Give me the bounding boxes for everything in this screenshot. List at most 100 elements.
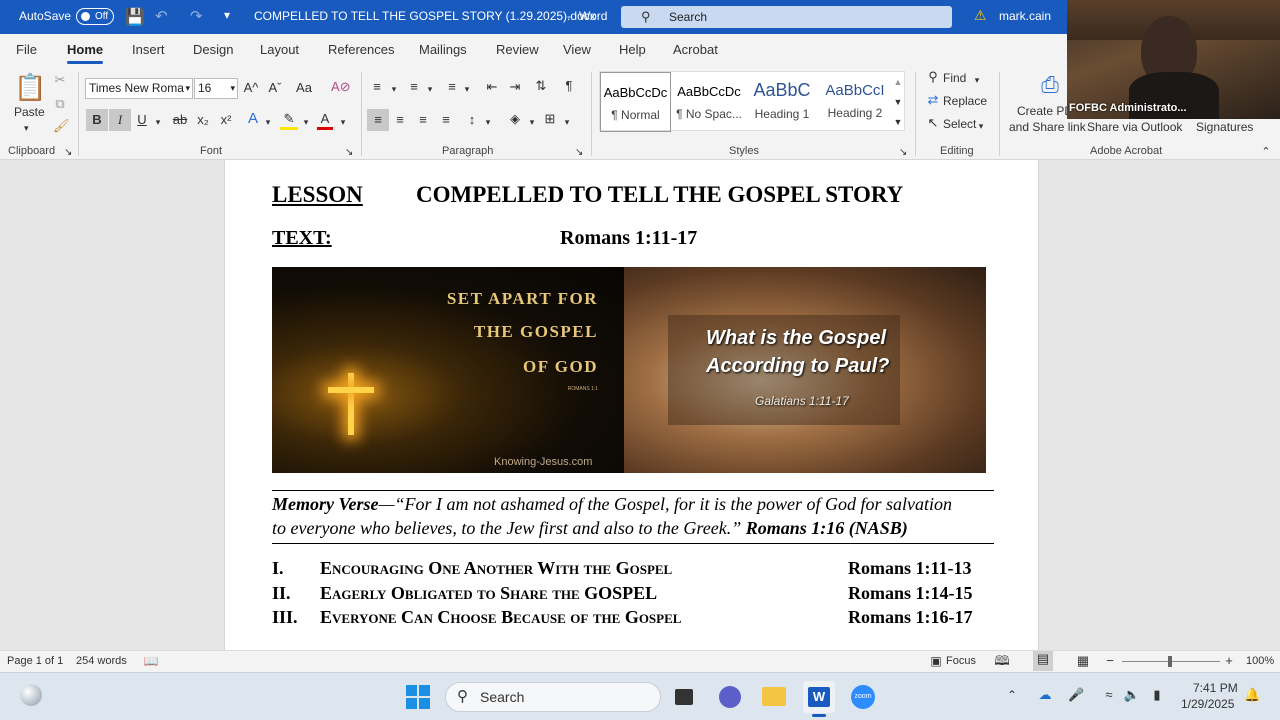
select-button[interactable]: Select [943,117,976,131]
shading-dropdown-icon[interactable]: ▾ [527,114,537,130]
replace-icon[interactable]: ⇄ [925,92,941,108]
tab-mailings[interactable]: Mailings [419,42,467,57]
save-icon[interactable]: 💾 [125,7,145,27]
decrease-indent-icon[interactable]: ⇤ [483,79,501,95]
format-painter-icon[interactable]: 🖌 [53,118,70,134]
autosave-toggle[interactable]: Off [76,8,114,25]
bullets-icon[interactable]: ≡ [368,79,386,95]
page-count[interactable]: Page 1 of 1 [7,655,63,667]
styles-scroll-down-icon[interactable]: ▼ [892,94,904,110]
tab-design[interactable]: Design [193,42,233,57]
select-icon[interactable]: ↖ [925,115,941,131]
user-name[interactable]: mark.cain [999,9,1051,23]
tab-references[interactable]: References [328,42,394,57]
clock-time[interactable]: 7:41 PM [1193,681,1238,695]
paste-dropdown-icon[interactable]: ▾ [24,120,29,136]
tab-insert[interactable]: Insert [132,42,165,57]
taskbar-search[interactable]: ⚲ Search [445,682,661,712]
line-spacing-icon[interactable]: ↕ [463,112,481,128]
share-outlook-button[interactable]: Share via Outlook [1087,120,1182,134]
widgets-icon[interactable] [20,684,42,706]
create-pdf-icon[interactable]: ⎙ [1036,72,1064,98]
find-icon[interactable]: ⚲ [925,69,941,85]
create-pdf-share-label[interactable]: and Share link [1009,120,1086,134]
font-name-dropdown-icon[interactable]: ▾ [185,79,190,98]
battery-icon[interactable]: ▮ [1147,687,1167,703]
borders-dropdown-icon[interactable]: ▾ [562,114,572,130]
collapse-ribbon-icon[interactable]: ⌃ [1259,144,1273,160]
create-pdf-label[interactable]: Create PD [1017,104,1073,118]
clear-formatting-icon[interactable]: A⊘ [331,79,351,95]
style-normal[interactable]: AaBbCcDc ¶ Normal [600,72,671,132]
show-marks-icon[interactable]: ¶ [561,78,577,94]
clock-date[interactable]: 1/29/2025 [1181,697,1234,711]
tab-layout[interactable]: Layout [260,42,299,57]
bold-button[interactable]: B [86,109,108,131]
tab-view[interactable]: View [563,42,591,57]
change-case-icon[interactable]: Aa [292,80,316,96]
find-button[interactable]: Find [943,71,966,85]
print-layout-icon[interactable]: ▤ [1033,651,1053,671]
highlight-dropdown-icon[interactable]: ▾ [301,114,311,130]
multilevel-list-icon[interactable]: ≡ [443,79,461,95]
zoom-level[interactable]: 100% [1246,655,1274,667]
align-center-icon[interactable]: ≡ [391,112,409,128]
line-spacing-dropdown-icon[interactable]: ▾ [483,114,493,130]
underline-button[interactable]: U [134,112,150,128]
superscript-button[interactable]: x² [218,112,234,128]
font-size-box[interactable]: 16 ▾ [194,78,238,99]
styles-scroll-up-icon[interactable]: ▲ [892,74,904,90]
text-effects-button[interactable]: A [245,111,261,127]
customize-qat-icon[interactable]: ▾ [224,8,230,22]
numbering-icon[interactable]: ≡ [405,79,423,95]
teams-icon[interactable] [719,686,741,708]
shading-icon[interactable]: ◈ [506,111,524,127]
justify-icon[interactable]: ≡ [437,112,455,128]
warning-icon[interactable]: ⚠ [974,7,987,24]
paragraph-launcher-icon[interactable]: ↘ [575,145,583,161]
style-heading-1[interactable]: AaBbC Heading 1 [746,72,818,132]
font-color-button[interactable]: A [317,111,333,130]
undo-icon[interactable]: ↶ [155,7,168,25]
tab-home[interactable]: Home [67,42,104,64]
shrink-font-icon[interactable]: Aˇ [266,80,284,96]
strikethrough-button[interactable]: ab [170,112,190,128]
paste-button[interactable]: Paste [14,105,45,119]
align-left-button[interactable]: ≡ [367,109,389,131]
word-count[interactable]: 254 words [76,655,127,667]
zoom-slider-thumb[interactable] [1168,656,1172,667]
banner-image[interactable]: SET APART FOR THE GOSPEL OF GOD ROMANS 1… [272,267,986,473]
increase-indent-icon[interactable]: ⇥ [506,79,524,95]
font-launcher-icon[interactable]: ↘ [345,145,353,161]
focus-button[interactable]: Focus [946,655,976,667]
wifi-icon[interactable]: ≈ [1100,687,1118,703]
paste-icon[interactable]: 📋 [14,72,46,104]
align-right-icon[interactable]: ≡ [414,112,432,128]
tab-file[interactable]: File [16,42,37,57]
word-taskbar-button[interactable]: W [803,681,835,717]
select-dropdown-icon[interactable]: ▾ [976,118,986,134]
highlight-button[interactable]: ✎ [280,111,298,130]
styles-more-icon[interactable]: ▼ [892,114,904,130]
italic-button[interactable]: I [109,109,131,131]
signatures-button[interactable]: Signatures [1196,120,1253,134]
start-icon[interactable] [406,685,430,709]
borders-icon[interactable]: ⊞ [541,111,559,127]
zoom-out-icon[interactable]: − [1104,653,1116,669]
proofing-icon[interactable]: 📖 [143,653,159,669]
font-size-dropdown-icon[interactable]: ▾ [230,79,235,98]
tab-acrobat[interactable]: Acrobat [673,42,718,57]
cut-icon[interactable]: ✂ [53,72,67,88]
volume-icon[interactable]: 🔈 [1123,687,1141,703]
tab-review[interactable]: Review [496,42,539,57]
focus-icon[interactable]: ▣ [928,653,944,669]
read-mode-icon[interactable]: 🕮 [994,653,1010,669]
task-view-icon[interactable] [675,689,693,705]
multilevel-dropdown-icon[interactable]: ▾ [462,81,472,97]
zoom-in-icon[interactable]: + [1223,653,1235,669]
tray-overflow-icon[interactable]: ⌃ [1005,687,1019,703]
redo-icon[interactable]: ↷ [190,7,203,25]
underline-dropdown-icon[interactable]: ▾ [152,114,164,130]
bullets-dropdown-icon[interactable]: ▾ [389,81,399,97]
document-page[interactable]: LESSON COMPELLED TO TELL THE GOSPEL STOR… [224,160,1039,650]
